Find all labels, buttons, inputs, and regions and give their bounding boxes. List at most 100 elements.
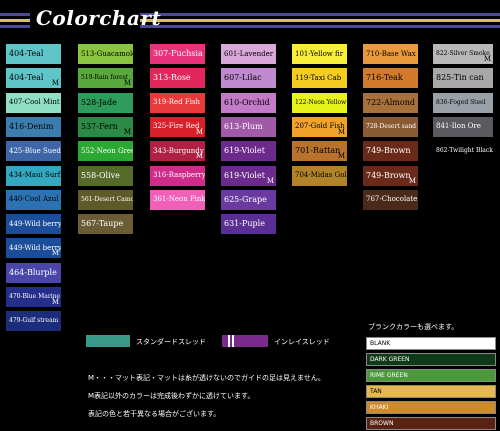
color-swatch: 749-Brown: [363, 141, 418, 162]
color-swatch: 449-Wild berry M: [6, 238, 61, 259]
matte-marker: M: [266, 176, 274, 185]
swatch-label: 119-Taxi Cab: [295, 73, 342, 82]
matte-marker: M: [51, 298, 59, 306]
swatch-label: 631-Puple: [224, 219, 265, 229]
swatch-label: 425-Blue Suede: [9, 146, 61, 155]
blank-color-row: BROWN: [366, 417, 496, 430]
swatch-label: 101-Yellow fir: [295, 49, 344, 58]
blank-colors-heading: ブランクカラーも選べます。: [368, 323, 459, 331]
swatch-label: 464-Blurple: [9, 267, 57, 277]
swatch-label: 122-Neon Yellow: [295, 98, 347, 106]
color-swatch: 101-Yellow fir: [292, 44, 347, 64]
swatch-label: 316-Raspberry: [153, 171, 205, 179]
color-swatch: 728-Desert sand: [363, 116, 418, 137]
color-swatch: 710-Base Wax: [363, 44, 418, 64]
blank-color-label: BLANK: [370, 340, 391, 347]
color-swatch: 404-Teal: [6, 44, 61, 64]
blank-color-label: TAN: [370, 388, 382, 395]
swatch-label: 749-Brown: [366, 146, 411, 156]
swatch-label: 407-Cool Mint: [9, 98, 60, 107]
swatch-label: 749-Brown: [366, 170, 411, 180]
matte-marker: M: [408, 176, 416, 185]
color-swatch: 841-Ilon Ore: [433, 116, 493, 137]
color-swatch: 464-Blurple: [6, 262, 61, 283]
color-swatch: 537-Fern M: [78, 116, 133, 137]
swatch-label: 479-Gulf stream: [9, 317, 59, 325]
swatch-label: 862-Twilight Black: [436, 147, 493, 155]
color-swatch: 619-Violet M: [221, 165, 276, 186]
color-swatch: 440-Cool Azul: [6, 189, 61, 210]
swatch-label: 836-Foged Steel: [436, 98, 486, 106]
swatch-label: 710-Base Wax: [366, 49, 416, 58]
color-swatch: 631-Puple: [221, 214, 276, 235]
color-swatch: 825-Tin can: [433, 68, 493, 89]
swatch-label: 440-Cool Azul: [9, 195, 59, 204]
transparency-note: M表記以外のカラーは完成後わずかに透けています。: [88, 392, 255, 400]
color-swatch: 122-Neon Yellow: [292, 92, 347, 113]
matte-marker: M: [51, 249, 59, 258]
color-swatch: 325-Fire Red M: [150, 116, 205, 137]
color-swatch: 513-Guacamole: [78, 44, 133, 64]
inlay-thread-legend-swatch: [222, 335, 268, 347]
swatch-label: 307-Fuchsia: [153, 49, 203, 58]
swatch-label: 528-Jade: [81, 97, 117, 107]
standard-thread-label: スタンダードスレッド: [136, 338, 206, 346]
swatch-label: 558-Olive: [81, 170, 120, 180]
color-swatch: 716-Teak: [363, 68, 418, 89]
swatch-label: 625-Grape: [224, 194, 267, 204]
color-swatch: 722-Almond: [363, 92, 418, 113]
swatch-label: 561-Desert Camo: [81, 195, 133, 203]
blank-color-label: RIME GREEN: [370, 372, 408, 379]
color-swatch: 862-Twilight Black: [433, 141, 493, 161]
blank-color-label: KHAKI: [370, 404, 389, 411]
swatch-label: 519-Rain forest: [81, 74, 129, 82]
color-swatch: 619-Violet: [221, 141, 276, 162]
color-swatch: 449-Wild berry: [6, 214, 61, 235]
swatch-label: 601-Lavender: [224, 49, 274, 58]
blank-color-row: RIME GREEN: [366, 369, 496, 382]
swatch-label: 716-Teak: [366, 73, 403, 83]
swatch-label: 513-Guacamole: [81, 49, 133, 58]
swatch-label: 767-Chocolate: [366, 195, 418, 204]
matte-marker: M: [337, 152, 345, 161]
matte-marker: M: [195, 127, 203, 136]
color-swatch: 607-Lilac: [221, 68, 276, 89]
swatch-label: 552-Neon Green: [81, 146, 133, 155]
color-swatch: 434-Maui Surf: [6, 165, 61, 186]
swatch-label: 619-Violet: [224, 146, 265, 156]
color-swatch: 528-Jade: [78, 92, 133, 113]
color-swatch: 610-Orchid: [221, 92, 276, 113]
color-swatch: 407-Cool Mint: [6, 92, 61, 113]
swatch-label: 841-Ilon Ore: [436, 122, 481, 131]
color-swatch: 625-Grape: [221, 189, 276, 210]
matte-marker: M: [123, 79, 131, 88]
color-swatch: 316-Raspberry: [150, 165, 205, 186]
color-swatch: 343-Burgundy M: [150, 141, 205, 162]
swatch-label: 416-Denim: [9, 121, 54, 131]
swatch-label: 728-Desert sand: [366, 122, 417, 130]
blank-color-row: DARK GREEN: [366, 353, 496, 366]
inlay-thread-label: インレイスレッド: [274, 338, 330, 346]
color-swatch: 558-Olive: [78, 165, 133, 186]
swatch-label: 613-Plum: [224, 121, 263, 131]
blank-color-row: TAN: [366, 385, 496, 398]
matte-note: M・・・マット表記・マットは糸が透けないのでガイドの足は見えません。: [88, 374, 325, 382]
swatch-label: 607-Lilac: [224, 73, 262, 83]
swatch-label: 822-Silver Smoke: [436, 50, 490, 57]
color-swatch: 404-Teal M: [6, 68, 61, 89]
blank-color-label: BROWN: [370, 420, 394, 427]
color-swatch: 601-Lavender: [221, 44, 276, 64]
standard-thread-legend-swatch: [86, 335, 130, 347]
color-swatch: 425-Blue Suede: [6, 141, 61, 162]
color-swatch: 767-Chocolate: [363, 189, 418, 210]
color-swatch: 701-Rattan M: [292, 141, 347, 162]
swatch-label: 325-Fire Red: [153, 122, 200, 131]
color-swatch: 307-Fuchsia: [150, 44, 205, 64]
color-swatch: 207-Gold Fish M: [292, 116, 347, 137]
color-swatch: 119-Taxi Cab: [292, 68, 347, 89]
swatch-label: 404-Teal: [9, 49, 44, 58]
color-swatch: 561-Desert Camo: [78, 189, 133, 210]
color-swatch: 319-Red Fish: [150, 92, 205, 113]
swatch-label: 825-Tin can: [436, 73, 484, 83]
color-swatch: 470-Blue Marine M: [6, 287, 61, 307]
